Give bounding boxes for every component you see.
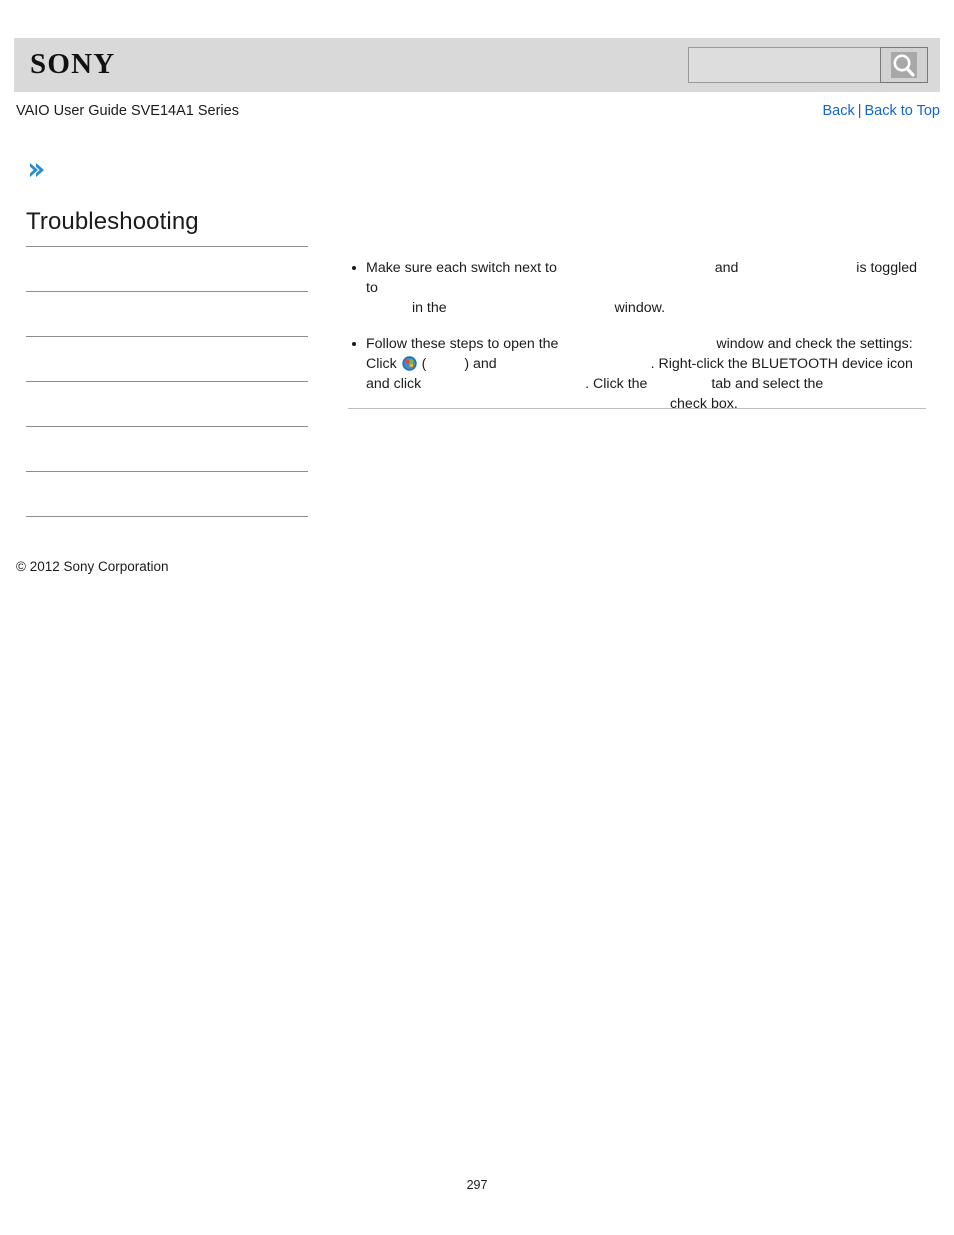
text-run: check box. [666, 396, 738, 412]
subheader-bar: VAIO User Guide SVE14A1 Series Back | Back… [14, 100, 940, 122]
content-divider [348, 408, 926, 409]
sidebar: Troubleshooting [26, 160, 308, 517]
sidebar-item-0[interactable] [26, 247, 308, 292]
text-run: in the [408, 300, 451, 316]
paragraph-line: and click . Click the tab and select the [366, 374, 926, 394]
sidebar-item-3[interactable] [26, 382, 308, 427]
text-run: Follow these steps to open the [366, 336, 563, 352]
paragraph-line: Click ( ) and . Right-click the BLUETOOTH… [366, 354, 926, 374]
page-number: 297 [466, 1178, 488, 1192]
sidebar-item-4[interactable] [26, 427, 308, 472]
text-run: and [710, 260, 743, 276]
back-link[interactable]: Back [822, 103, 854, 119]
search-button[interactable] [880, 47, 928, 83]
guide-title: VAIO User Guide SVE14A1 Series [16, 103, 239, 119]
text-run: window. [610, 300, 666, 316]
site-header: SONY [14, 38, 940, 92]
paragraph-line: Make sure each switch next to and is tog… [366, 258, 926, 298]
chevron-right-icon[interactable] [26, 160, 46, 180]
search-input[interactable] [688, 47, 880, 83]
text-run: Make sure each switch next to [366, 260, 561, 276]
troubleshooting-bullet-list: Make sure each switch next to and is tog… [348, 258, 926, 414]
text-run: ( [417, 356, 427, 372]
text-run: Click [366, 356, 401, 372]
back-to-top-link[interactable]: Back to Top [864, 103, 940, 119]
sony-logo: SONY [30, 48, 116, 80]
main-content: Make sure each switch next to and is tog… [348, 258, 926, 430]
troubleshooting-bullet: Follow these steps to open the window an… [348, 334, 926, 414]
sidebar-item-5[interactable] [26, 472, 308, 517]
search-icon [889, 51, 919, 79]
text-run: . Right-click the BLUETOOTH device icon [650, 356, 913, 372]
paragraph-line: in the window. [366, 298, 926, 318]
troubleshooting-bullet: Make sure each switch next to and is tog… [348, 258, 926, 318]
paragraph-line: Follow these steps to open the window an… [366, 334, 926, 354]
search-area [688, 47, 928, 83]
text-run: tab and select the [707, 376, 824, 392]
page-title: Troubleshooting [26, 208, 308, 247]
sidebar-list [26, 247, 308, 517]
sidebar-item-2[interactable] [26, 337, 308, 382]
text-run: window and check the settings: [712, 336, 913, 352]
text-run: ) and [464, 356, 501, 372]
sidebar-item-1[interactable] [26, 292, 308, 337]
copyright-notice: © 2012 Sony Corporation [16, 559, 169, 574]
header-nav-links: Back | Back to Top [822, 100, 940, 122]
text-run: . Click the [585, 376, 652, 392]
windows-start-orb-icon [401, 356, 417, 371]
paragraph-line: check box. [366, 394, 926, 414]
text-run: and click [366, 376, 426, 392]
